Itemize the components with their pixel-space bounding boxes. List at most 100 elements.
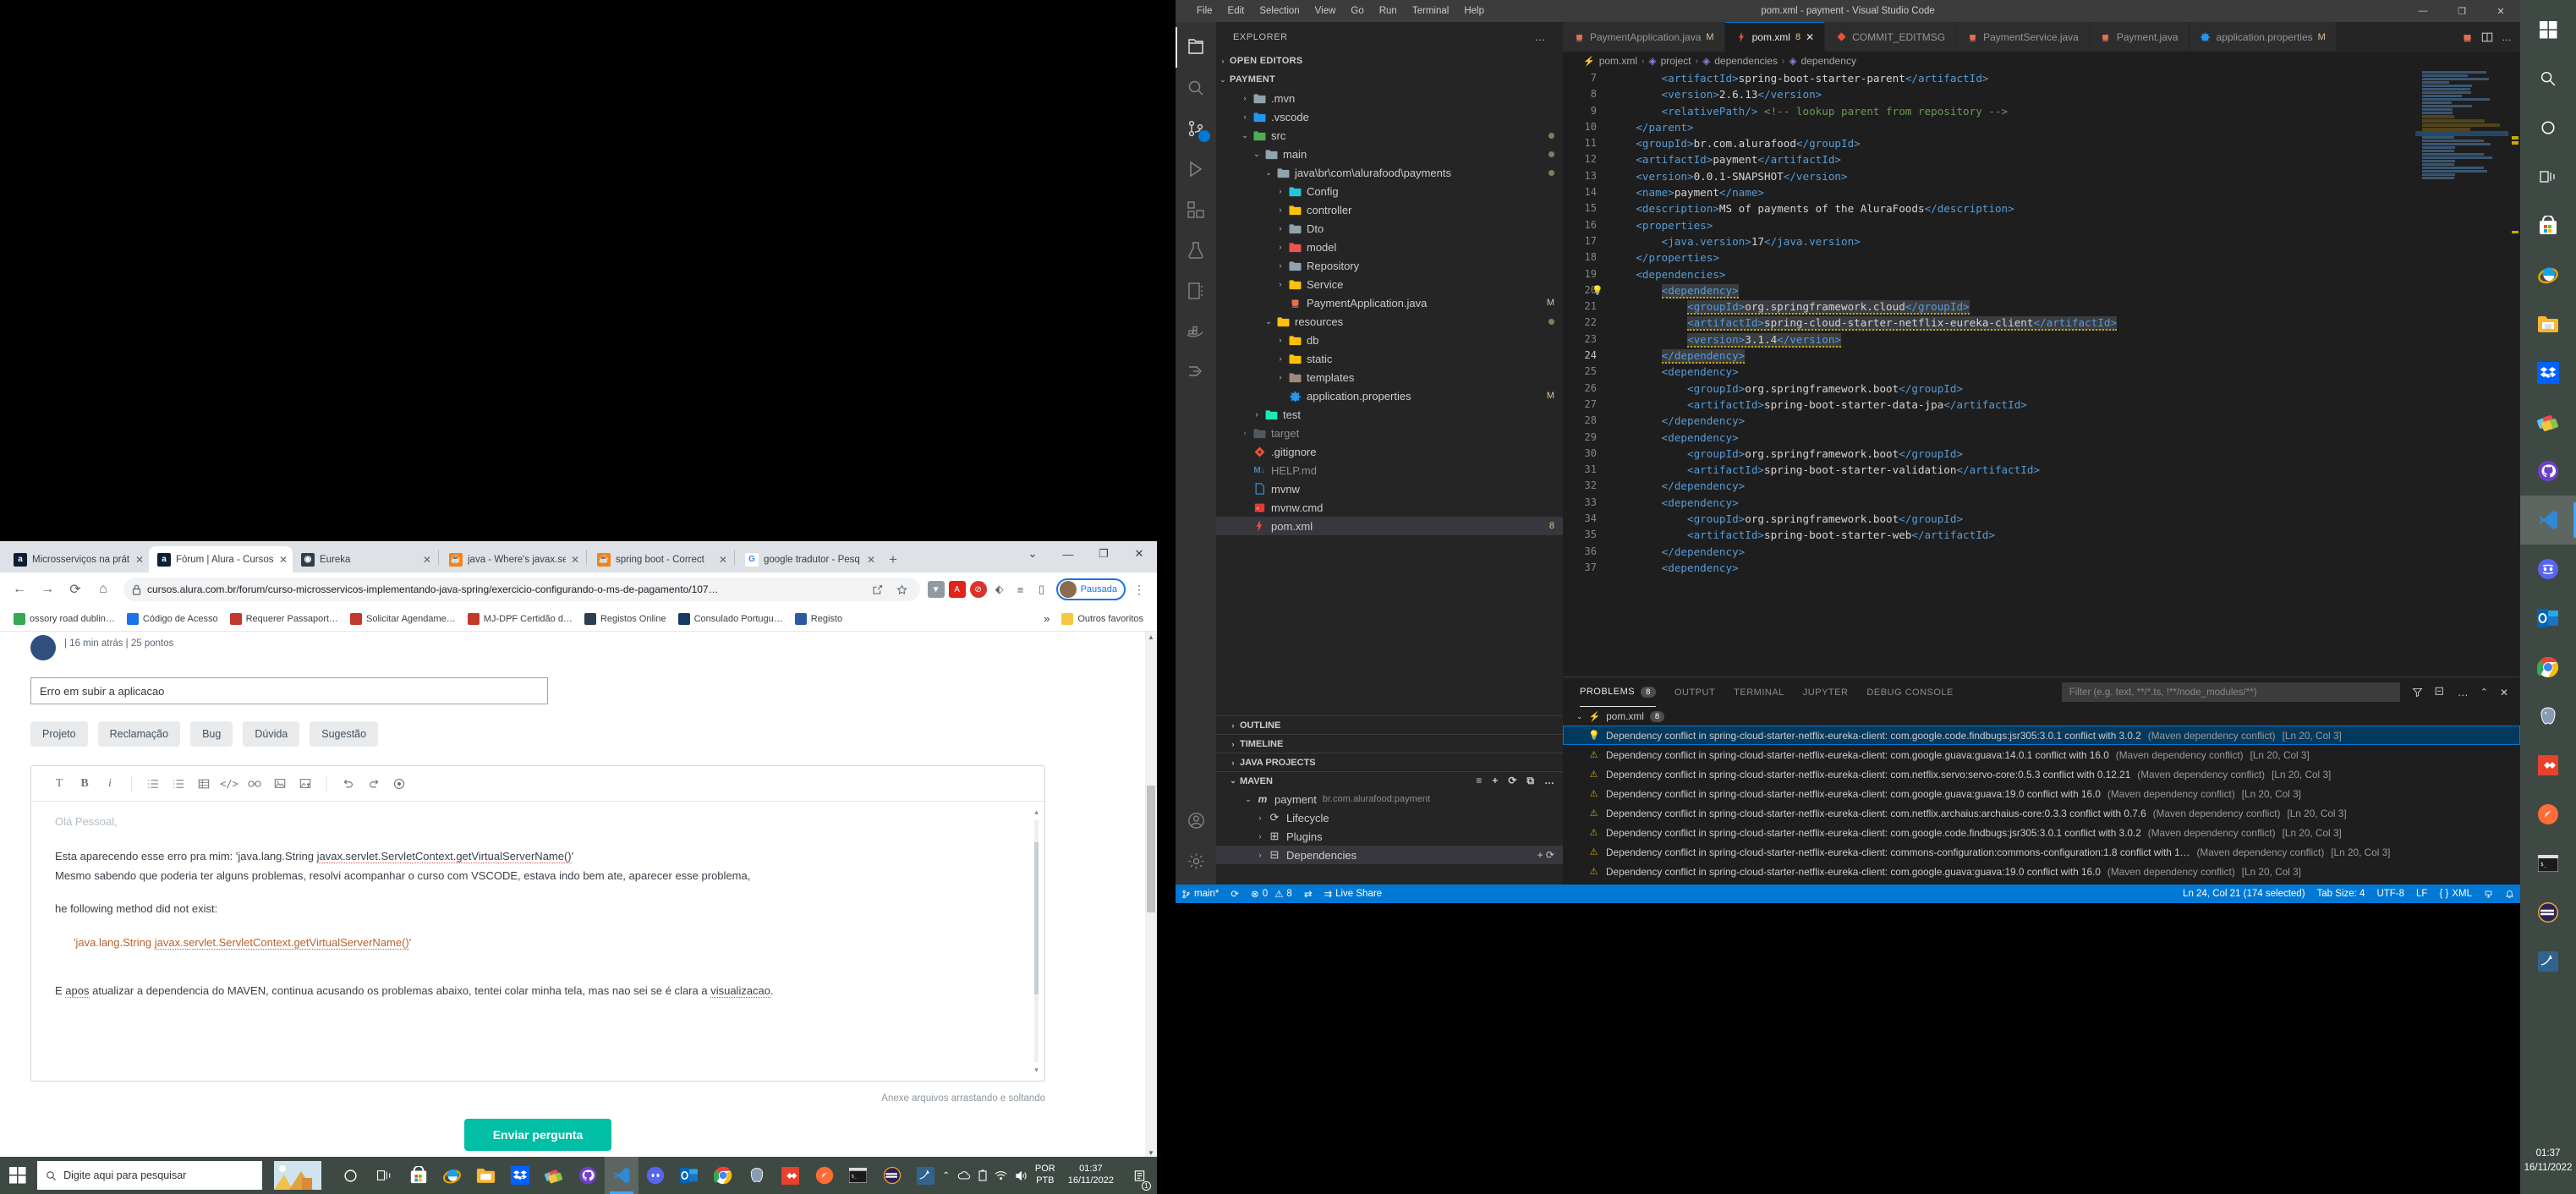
beyond-compare-icon[interactable] — [2520, 741, 2576, 790]
search-icon[interactable] — [2520, 54, 2576, 103]
tree-item-mvnw[interactable]: mvnw — [1216, 479, 1563, 498]
postman-icon[interactable] — [808, 1157, 841, 1194]
pocket-icon[interactable]: ▼ — [927, 581, 945, 598]
close-icon[interactable]: ✕ — [423, 554, 431, 566]
problem-row[interactable]: ⚠ Dependency conflict in spring-cloud-sta… — [1563, 823, 2520, 842]
status-encoding[interactable]: UTF-8 — [2370, 885, 2410, 903]
chrome-menu-button[interactable]: ⋮ — [1128, 578, 1150, 600]
editor-tab-paymentapplication-java[interactable]: PaymentApplication.java M — [1563, 22, 1725, 52]
tray-expand-icon[interactable]: ⌃ — [943, 1171, 950, 1180]
dropbox-icon[interactable] — [2520, 348, 2576, 397]
editor-tab-payment-java[interactable]: Payment.java — [2089, 22, 2190, 52]
bookmark-item[interactable]: Requerer Passaport… — [225, 611, 343, 627]
adblock-icon[interactable]: ⊘ — [969, 581, 987, 598]
tree-item-paymentapplication-java[interactable]: PaymentApplication.java M — [1216, 293, 1563, 312]
postgresql-icon[interactable] — [740, 1157, 774, 1194]
scroll-down-arrow[interactable]: ▼ — [1033, 1066, 1040, 1074]
maven-more-icon[interactable]: … — [1544, 775, 1554, 787]
tree-item-help-md[interactable]: M↓ HELP.md — [1216, 461, 1563, 479]
status-language-mode[interactable]: { } XML — [2433, 885, 2478, 903]
tray-onedrive-icon[interactable] — [957, 1170, 971, 1180]
problems-filter-input[interactable]: Filter (e.g. text, **/*.ts, !**/node_mod… — [2061, 682, 2400, 702]
close-icon[interactable]: ✕ — [571, 554, 579, 566]
filter-funnel-icon[interactable] — [2412, 687, 2423, 698]
maven-project-row[interactable]: ⌄ m payment br.com.alurafood:payment — [1216, 790, 1563, 808]
chrome-maximize-button[interactable]: ❐ — [1086, 541, 1121, 567]
sublime-text-icon[interactable] — [537, 1157, 571, 1194]
chrome-minimize-button[interactable]: — — [1050, 541, 1086, 567]
tray-battery-icon[interactable] — [978, 1169, 987, 1181]
browser-tab[interactable]: ◉ Eureka ✕ — [293, 546, 436, 572]
outlook-icon[interactable] — [672, 1157, 706, 1194]
reading-list-icon[interactable]: ≡ — [1012, 581, 1029, 598]
section-outline[interactable]: › OUTLINE — [1216, 715, 1563, 734]
bookmarks-overflow-button[interactable]: » — [1044, 612, 1050, 625]
editor-tab-application-properties[interactable]: application.properties M — [2189, 22, 2337, 52]
problem-row[interactable]: ⚠ Dependency conflict in spring-cloud-sta… — [1563, 803, 2520, 823]
maven-list-icon[interactable]: ≡ — [1476, 775, 1482, 787]
close-icon[interactable]: ✕ — [719, 554, 727, 566]
forward-button[interactable]: → — [35, 577, 60, 602]
news-and-interests-widget[interactable] — [262, 1157, 333, 1194]
tree-item-application-properties[interactable]: application.properties M — [1216, 386, 1563, 405]
discord-icon[interactable] — [639, 1157, 672, 1194]
panel-tab-terminal[interactable]: TERMINAL — [1734, 687, 1784, 698]
tree-item-controller[interactable]: › controller — [1216, 200, 1563, 219]
tree-item-test[interactable]: › test — [1216, 405, 1563, 424]
visual-studio-code-icon[interactable] — [604, 1157, 639, 1194]
adobe-acrobat-icon[interactable]: A — [948, 581, 966, 598]
tree-item--vscode[interactable]: › .vscode — [1216, 107, 1563, 126]
visual-studio-code-icon[interactable] — [2520, 496, 2576, 545]
internet-explorer-icon[interactable] — [436, 1157, 469, 1194]
menu-item-go[interactable]: Go — [1343, 6, 1371, 16]
activity-live-share-icon[interactable] — [1176, 352, 1216, 392]
close-icon[interactable]: ✕ — [135, 554, 144, 566]
tree-item-repository[interactable]: › Repository — [1216, 256, 1563, 275]
menu-item-edit[interactable]: Edit — [1220, 6, 1252, 16]
tree-item-mvnw-cmd[interactable]: >_ mvnw.cmd — [1216, 498, 1563, 517]
mysql-workbench-icon[interactable] — [909, 1157, 943, 1194]
help-icon[interactable] — [386, 771, 412, 797]
git-bash-icon[interactable]: $_ — [2520, 839, 2576, 888]
vscode-maximize-button[interactable]: ❐ — [2442, 0, 2481, 22]
google-chrome-icon[interactable] — [2520, 643, 2576, 692]
menu-item-view[interactable]: View — [1307, 6, 1344, 16]
close-icon[interactable]: ✕ — [1806, 31, 1814, 43]
category-pill[interactable]: Sugestão — [310, 721, 379, 747]
status-live-share[interactable]: ⇉ Live Share — [1318, 885, 1388, 903]
activity-docker-icon[interactable] — [1176, 311, 1216, 352]
panel-tab-problems[interactable]: PROBLEMS 8 — [1580, 678, 1656, 707]
project-root-row[interactable]: ⌄ PAYMENT — [1216, 70, 1563, 89]
home-button[interactable]: ⌂ — [90, 577, 116, 602]
breadcrumb-item[interactable]: dependency — [1801, 55, 1856, 67]
italic-icon[interactable]: i — [97, 771, 123, 797]
editor-tab-paymentservice-java[interactable]: PaymentService.java — [1956, 22, 2090, 52]
tree-item-templates[interactable]: › templates — [1216, 368, 1563, 386]
scroll-up-arrow[interactable]: ▲ — [1033, 808, 1040, 816]
outlook-icon[interactable] — [2520, 594, 2576, 643]
maven-node-lifecycle[interactable]: › ⟳ Lifecycle — [1216, 808, 1563, 827]
close-icon[interactable]: ✕ — [279, 554, 288, 566]
editor-more-actions-icon[interactable]: … — [2502, 31, 2512, 43]
submit-question-button[interactable]: Enviar pergunta — [463, 1119, 612, 1151]
tray-network-icon[interactable] — [995, 1170, 1007, 1180]
breadcrumb-item[interactable]: project — [1661, 55, 1691, 67]
code-editor[interactable]: 7 <artifactId>spring-boot-starter-parent… — [1563, 70, 2520, 676]
tree-item-config[interactable]: › Config — [1216, 182, 1563, 200]
code-icon[interactable]: </> — [216, 771, 242, 797]
image-upload-icon[interactable] — [293, 771, 318, 797]
panel-tab-output[interactable]: OUTPUT — [1674, 687, 1715, 698]
status-sync[interactable]: ⟳ — [1225, 885, 1245, 903]
panel-tab-jupyter[interactable]: JUPYTER — [1803, 687, 1849, 698]
tree-item-static[interactable]: › static — [1216, 349, 1563, 368]
task-view-icon[interactable] — [368, 1157, 402, 1194]
problems-file-group[interactable]: ⌄ ⚡ pom.xml 8 — [1563, 707, 2520, 726]
maven-node-plugins[interactable]: › ⊞ Plugins — [1216, 827, 1563, 846]
task-view-icon[interactable] — [2520, 152, 2576, 201]
section-java-projects[interactable]: › JAVA PROJECTS — [1216, 753, 1563, 771]
chrome-restore-down-button[interactable]: ⌄ — [1015, 541, 1050, 567]
windows-logo-icon[interactable] — [0, 1157, 36, 1194]
activity-settings-gear-icon[interactable] — [1176, 841, 1216, 881]
redo-icon[interactable] — [361, 771, 386, 797]
status-cursor-position[interactable]: Ln 24, Col 21 (174 selected) — [2177, 885, 2310, 903]
